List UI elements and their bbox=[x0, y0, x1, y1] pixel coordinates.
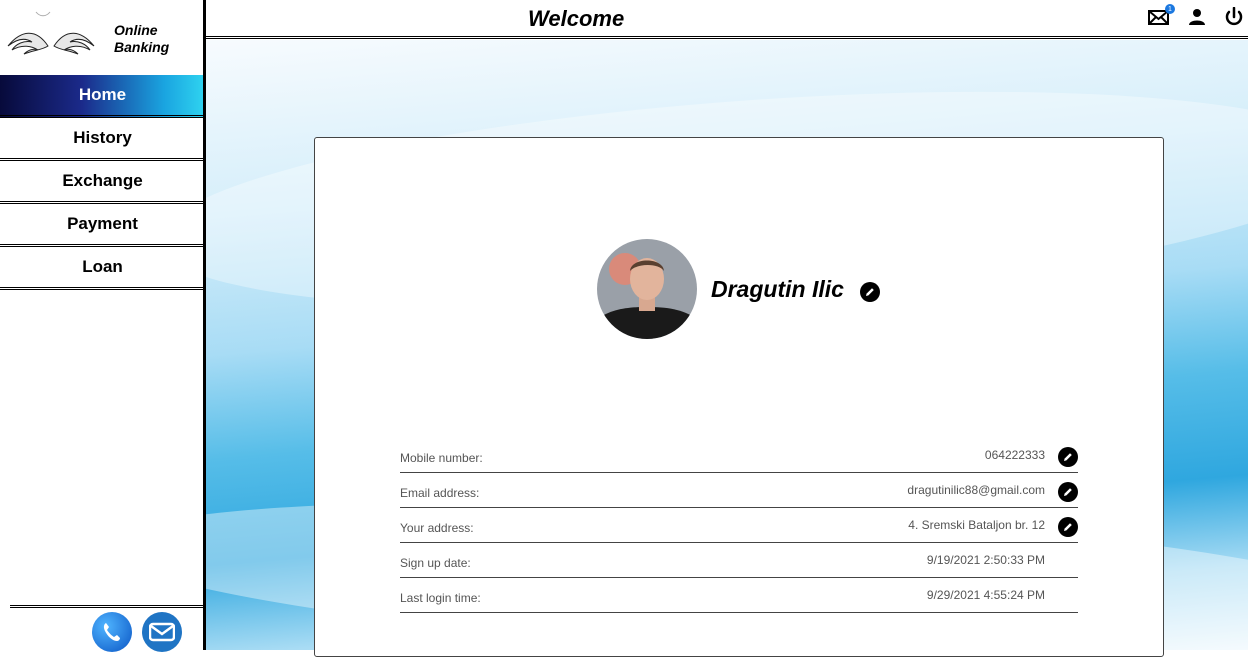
sidebar-item-payment[interactable]: Payment bbox=[0, 204, 205, 247]
top-actions: 1 bbox=[1148, 4, 1244, 32]
detail-value: 9/29/2021 4:55:24 PM bbox=[926, 588, 1045, 602]
detail-label: Your address: bbox=[400, 521, 474, 535]
profile-details: Mobile number: 064222333 Email address: … bbox=[400, 438, 1078, 613]
detail-row-address: Your address: 4. Sremski Bataljon br. 12 bbox=[400, 508, 1078, 543]
power-icon[interactable] bbox=[1224, 6, 1244, 32]
sidebar-nav: Home History Exchange Payment Loan bbox=[0, 75, 205, 290]
contact-links bbox=[92, 612, 182, 652]
sidebar-item-label: Loan bbox=[82, 257, 123, 276]
user-icon[interactable] bbox=[1188, 8, 1206, 31]
top-bar: Welcome 1 bbox=[206, 0, 1248, 39]
edit-email-button[interactable] bbox=[1058, 482, 1078, 502]
profile-card: Dragutin Ilic Mobile number: 064222333 E… bbox=[314, 137, 1164, 657]
detail-label: Last login time: bbox=[400, 591, 481, 605]
detail-value: 9/19/2021 2:50:33 PM bbox=[926, 553, 1045, 567]
sidebar-item-history[interactable]: History bbox=[0, 118, 205, 161]
detail-row-email: Email address: dragutinilic88@gmail.com bbox=[400, 473, 1078, 508]
envelope-icon[interactable] bbox=[142, 612, 182, 652]
brand-name: Online Banking bbox=[114, 22, 169, 56]
detail-row-last-login: Last login time: 9/29/2021 4:55:24 PM bbox=[400, 578, 1078, 613]
divider bbox=[10, 605, 205, 608]
brand-line1: Online bbox=[114, 22, 158, 38]
sidebar-item-label: Home bbox=[78, 85, 127, 104]
detail-label: Email address: bbox=[400, 486, 480, 500]
mail-icon[interactable]: 1 bbox=[1148, 4, 1175, 31]
sidebar-item-label: History bbox=[73, 128, 132, 147]
edit-icon bbox=[1064, 453, 1072, 461]
brand-line2: Banking bbox=[114, 39, 170, 55]
sidebar-item-label: Exchange bbox=[62, 171, 143, 190]
brand-logo[interactable]: Online Banking bbox=[6, 8, 196, 68]
detail-label: Sign up date: bbox=[400, 556, 471, 570]
wings-logo-icon bbox=[7, 11, 95, 55]
sidebar: Online Banking Home History Exchange Pay… bbox=[0, 0, 205, 652]
detail-value: dragutinilic88@gmail.com bbox=[907, 483, 1045, 497]
avatar bbox=[597, 239, 697, 339]
detail-row-mobile: Mobile number: 064222333 bbox=[400, 438, 1078, 473]
edit-icon bbox=[1064, 523, 1072, 531]
sidebar-item-home[interactable]: Home bbox=[0, 75, 205, 118]
phone-icon[interactable] bbox=[92, 612, 132, 652]
page-title: Welcome bbox=[528, 6, 625, 31]
edit-address-button[interactable] bbox=[1058, 517, 1078, 537]
edit-name-button[interactable] bbox=[860, 282, 880, 302]
detail-label: Mobile number: bbox=[400, 451, 483, 465]
notification-badge: 1 bbox=[1165, 4, 1175, 14]
sidebar-item-label: Payment bbox=[67, 214, 138, 233]
detail-row-signup: Sign up date: 9/19/2021 2:50:33 PM bbox=[400, 543, 1078, 578]
edit-mobile-button[interactable] bbox=[1058, 447, 1078, 467]
edit-icon bbox=[866, 288, 874, 296]
profile-name: Dragutin Ilic bbox=[711, 276, 844, 302]
detail-value: 064222333 bbox=[984, 448, 1045, 462]
sidebar-item-exchange[interactable]: Exchange bbox=[0, 161, 205, 204]
sidebar-item-loan[interactable]: Loan bbox=[0, 247, 205, 290]
detail-value: 4. Sremski Bataljon br. 12 bbox=[908, 518, 1045, 532]
edit-icon bbox=[1064, 488, 1072, 496]
